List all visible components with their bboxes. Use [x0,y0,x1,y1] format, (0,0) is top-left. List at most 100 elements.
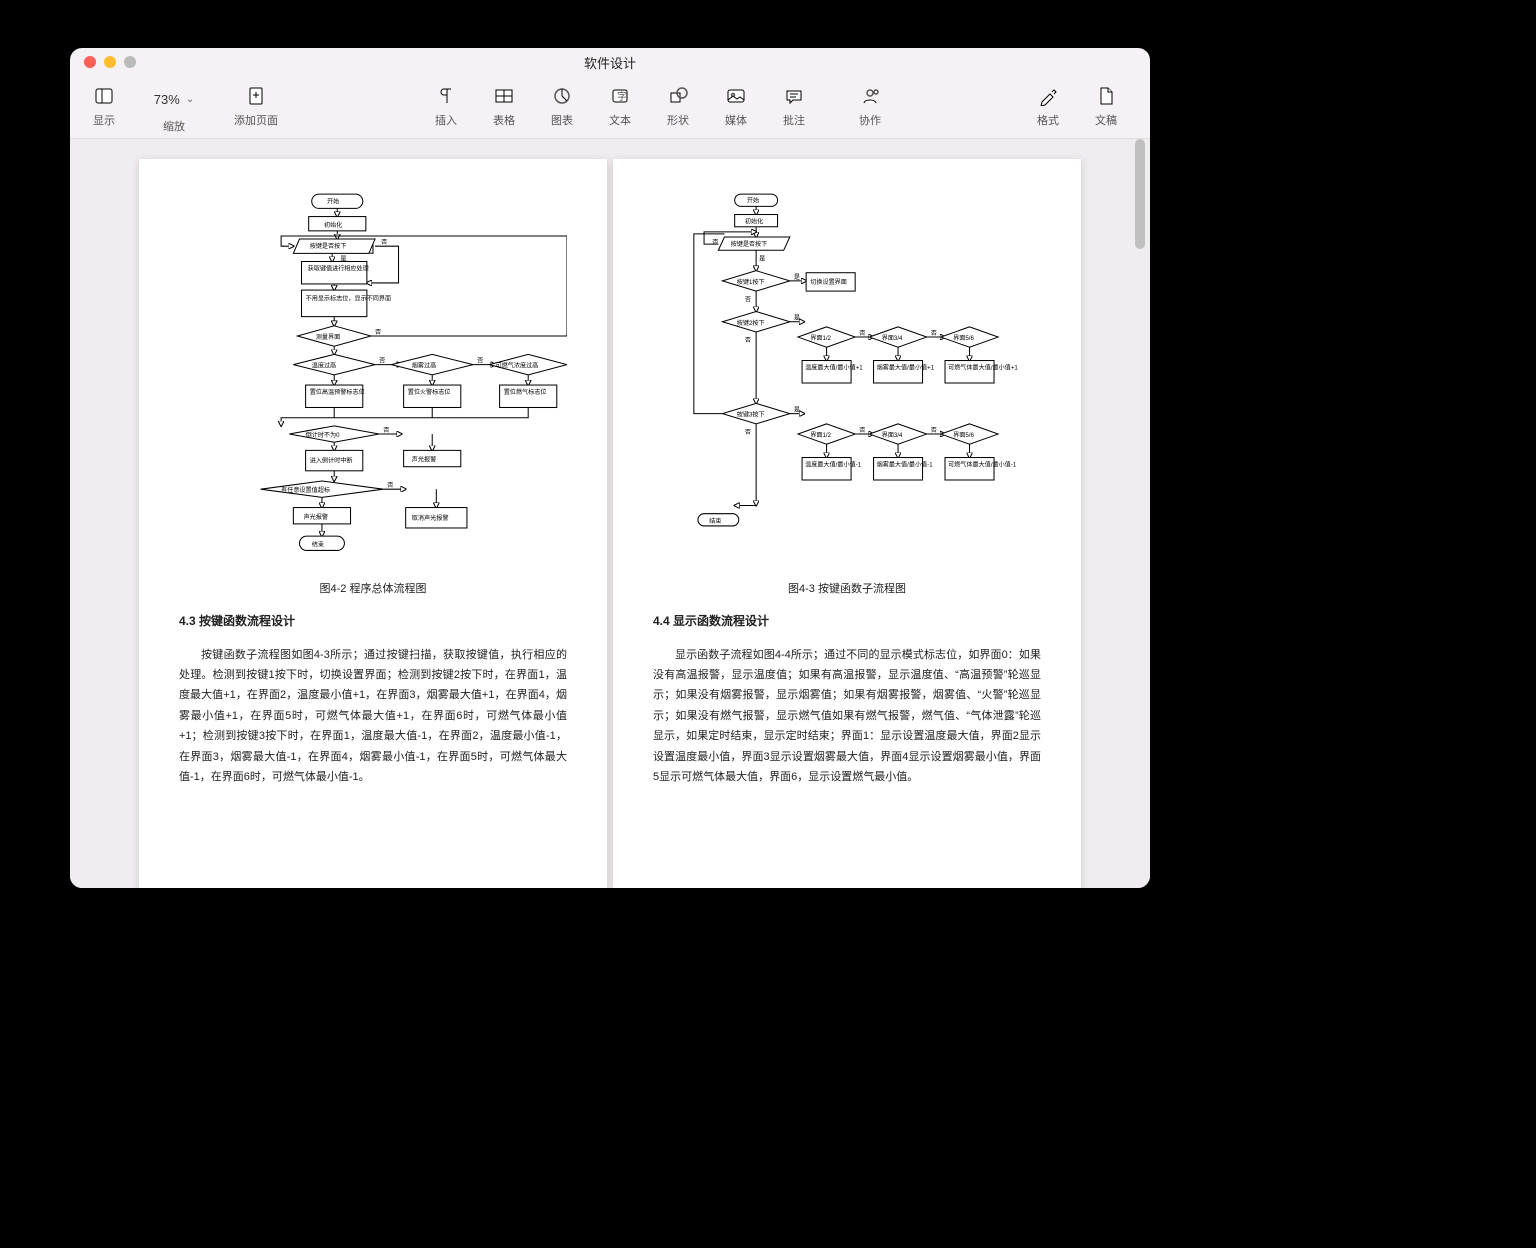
addpage-label: 添加页面 [234,112,278,128]
collab-label: 协作 [859,112,881,128]
format-button[interactable]: 格式 [1024,84,1072,128]
insert-button[interactable]: 插入 [422,84,470,128]
svg-text:界面3/4: 界面3/4 [882,432,903,439]
svg-text:测量界面: 测量界面 [316,333,340,341]
svg-text:是: 是 [794,274,800,281]
svg-text:烟雾过高: 烟雾过高 [412,362,436,370]
text-label: 文本 [609,112,631,128]
svg-text:否: 否 [712,239,718,246]
svg-text:可燃气体最大值/最小值+1: 可燃气体最大值/最小值+1 [948,364,1018,372]
svg-text:置位高温预警标志位: 置位高温预警标志位 [310,388,365,396]
comment-icon [784,86,804,106]
svg-text:初始化: 初始化 [324,221,342,229]
svg-text:初始化: 初始化 [745,218,763,226]
comment-button[interactable]: 批注 [770,84,818,128]
svg-text:否: 否 [383,427,389,434]
chart-icon [552,86,572,106]
svg-text:界面1/2: 界面1/2 [810,335,831,342]
svg-text:可燃气浓度过高: 可燃气浓度过高 [496,362,539,370]
vertical-scrollbar[interactable] [1132,139,1148,888]
svg-text:烟雾最大值/最小值+1: 烟雾最大值/最小值+1 [877,364,935,372]
insert-label: 插入 [435,112,457,128]
svg-text:否: 否 [477,358,483,365]
document-button[interactable]: 文稿 [1082,84,1130,128]
page-left: 开始 初始化 按键是否按下 是 否 获取键值进行相应处理 不 [139,159,607,888]
svg-text:按键是否按下: 按键是否按下 [731,240,768,248]
flowchart-overall: 开始 初始化 按键是否按下 是 否 获取键值进行相应处理 不 [179,189,567,567]
svg-text:否: 否 [379,358,385,365]
svg-text:字: 字 [617,90,627,103]
svg-text:按键是否按下: 按键是否按下 [310,242,347,250]
svg-text:是: 是 [759,255,765,262]
titlebar: 软件设计 [70,48,1150,76]
svg-text:切换设置界面: 切换设置界面 [810,278,847,286]
zoom-control[interactable]: 73% ⌄ 缩放 [138,84,210,134]
svg-text:界面1/2: 界面1/2 [810,432,831,439]
svg-text:可燃气体最大值/最小值-1: 可燃气体最大值/最小值-1 [948,461,1017,469]
collab-button[interactable]: 协作 [846,84,894,128]
svg-text:否: 否 [859,330,865,337]
media-button[interactable]: 媒体 [712,84,760,128]
svg-text:按键2按下: 按键2按下 [737,319,765,327]
document-label: 文稿 [1095,112,1117,128]
window-title: 软件设计 [70,53,1150,72]
add-page-icon [246,86,266,106]
svg-text:按键3按下: 按键3按下 [737,411,765,419]
svg-text:获取键值进行相应处理: 获取键值进行相应处理 [308,265,369,273]
svg-text:是: 是 [794,315,800,322]
svg-text:否: 否 [931,427,937,434]
table-button[interactable]: 表格 [480,84,528,128]
zoom-value: 73% [154,92,180,107]
svg-text:温度过高: 温度过高 [312,362,336,370]
text-icon: 字 [610,86,630,106]
svg-text:界面5/6: 界面5/6 [953,432,974,439]
svg-text:否: 否 [745,296,751,303]
svg-text:开始: 开始 [747,196,759,204]
svg-text:声光报警: 声光报警 [304,513,328,521]
media-label: 媒体 [725,112,747,128]
svg-text:烟雾最大值/最小值-1: 烟雾最大值/最小值-1 [877,461,934,469]
brush-icon [1038,86,1058,106]
chart-label: 图表 [551,112,573,128]
chart-button[interactable]: 图表 [538,84,586,128]
svg-text:按键1按下: 按键1按下 [737,278,765,286]
add-page-button[interactable]: 添加页面 [220,84,292,128]
scroll-thumb[interactable] [1135,139,1145,249]
figure-caption-left: 图4-2 程序总体流程图 [179,580,567,596]
flowchart-key: 开始 初始化 按键是否按下 否 是 按键1按下 是 切换设置界面 否 [653,189,1041,567]
svg-text:否: 否 [375,329,381,336]
svg-text:置位燃气标志位: 置位燃气标志位 [504,388,547,396]
view-label: 显示 [93,112,115,128]
svg-text:否: 否 [387,482,393,489]
view-button[interactable]: 显示 [80,84,128,128]
svg-text:开始: 开始 [327,197,339,205]
shape-label: 形状 [667,112,689,128]
svg-text:否: 否 [381,239,387,246]
table-label: 表格 [493,112,515,128]
sidebar-icon [94,86,114,106]
chevron-down-icon: ⌄ [186,94,194,105]
page-right: 开始 初始化 按键是否按下 否 是 按键1按下 是 切换设置界面 否 [613,159,1081,888]
svg-text:否: 否 [745,429,751,436]
toolbar: 显示 73% ⌄ 缩放 添加页面 插入 表格 图表 字 文本 [70,76,1150,139]
shape-button[interactable]: 形状 [654,84,702,128]
comment-label: 批注 [783,112,805,128]
svg-text:声光报警: 声光报警 [412,456,436,464]
collab-icon [860,86,880,106]
format-label: 格式 [1037,112,1059,128]
svg-text:温度最大值/最小值-1: 温度最大值/最小值-1 [805,461,862,469]
svg-text:不用显示标志位，显示不同界面: 不用显示标志位，显示不同界面 [306,294,392,302]
svg-text:倒计时不为0: 倒计时不为0 [306,431,341,439]
body-text-right: 显示函数子流程如图4-4所示；通过不同的显示模式标志位，如界面0：如果没有高温报… [653,645,1041,787]
svg-text:有任意设置值超标: 有任意设置值超标 [281,486,330,494]
text-button[interactable]: 字 文本 [596,84,644,128]
table-icon [494,86,514,106]
svg-text:否: 否 [745,337,751,344]
svg-text:界面3/4: 界面3/4 [882,335,903,342]
document-icon [1096,86,1116,106]
svg-text:界面5/6: 界面5/6 [953,335,974,342]
document-canvas[interactable]: 开始 初始化 按键是否按下 是 否 获取键值进行相应处理 不 [70,139,1150,888]
section-heading-44: 4.4 显示函数流程设计 [653,612,1041,629]
shape-icon [668,86,688,106]
svg-text:是: 是 [794,407,800,414]
